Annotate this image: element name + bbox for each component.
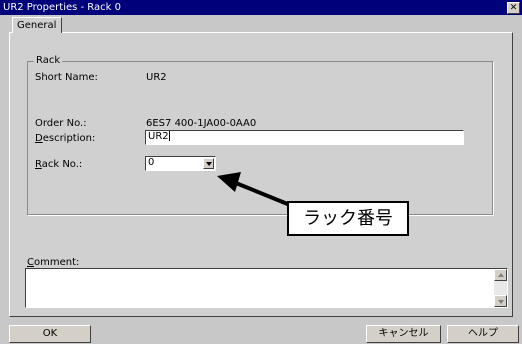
scroll-down-icon[interactable] <box>494 295 507 307</box>
cancel-button[interactable]: キャンセル <box>366 325 441 343</box>
scroll-up-icon[interactable] <box>494 269 507 281</box>
comment-label: Comment: <box>27 257 79 268</box>
ok-button[interactable]: OK <box>9 325 91 343</box>
comment-label-mnemonic: C <box>27 257 34 268</box>
rack-number-callout: ラック番号 <box>287 201 409 236</box>
comment-scrollbar[interactable] <box>494 269 507 307</box>
comment-textarea[interactable] <box>25 268 508 308</box>
tab-general[interactable]: General <box>12 17 62 33</box>
help-button[interactable]: ヘルプ <box>447 325 519 343</box>
tab-general-label: General <box>17 20 57 31</box>
comment-label-text: omment: <box>33 257 80 268</box>
